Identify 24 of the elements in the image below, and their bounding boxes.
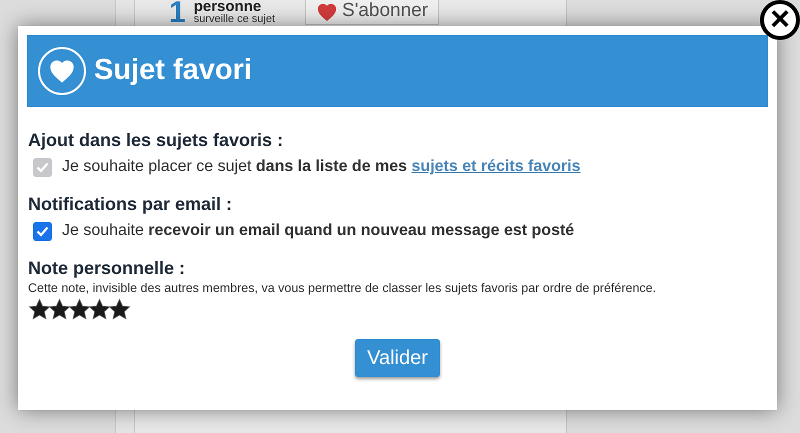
- heart-badge-icon: [38, 47, 86, 95]
- option-text: Je souhaite recevoir un email quand un nouveau message est posté: [62, 221, 574, 241]
- section-heading: Notifications par email :: [28, 193, 234, 215]
- section-heading: Note personnelle :: [28, 257, 186, 279]
- star-icon[interactable]: [68, 298, 91, 321]
- submit-button[interactable]: Valider: [355, 339, 440, 377]
- check-icon: [36, 226, 49, 236]
- section-heading: Ajout dans les sujets favoris :: [28, 129, 284, 151]
- close-button[interactable]: ×: [760, 0, 800, 40]
- follower-caption: surveille ce sujet: [194, 14, 276, 25]
- subscribe-button[interactable]: S'abonner: [305, 0, 440, 25]
- follower-label: personne: [194, 0, 262, 14]
- dialog-title: Sujet favori: [94, 53, 252, 88]
- star-icon[interactable]: [88, 298, 111, 321]
- star-rating[interactable]: [28, 298, 128, 321]
- star-icon[interactable]: [48, 298, 71, 321]
- checkbox[interactable]: [33, 222, 52, 240]
- option-text: Je souhaite placer ce sujet dans la liste de mes sujets et récits favoris: [62, 157, 580, 177]
- star-icon[interactable]: [108, 298, 131, 321]
- check-icon: [36, 162, 49, 172]
- star-icon[interactable]: [28, 298, 51, 321]
- rating-description: Cette note, invisible des autres membres, va vous permettre de classer les sujets favoris par ordre de préférence.: [28, 280, 658, 296]
- heart-icon: [316, 2, 338, 22]
- follower-count: 1: [169, 0, 186, 26]
